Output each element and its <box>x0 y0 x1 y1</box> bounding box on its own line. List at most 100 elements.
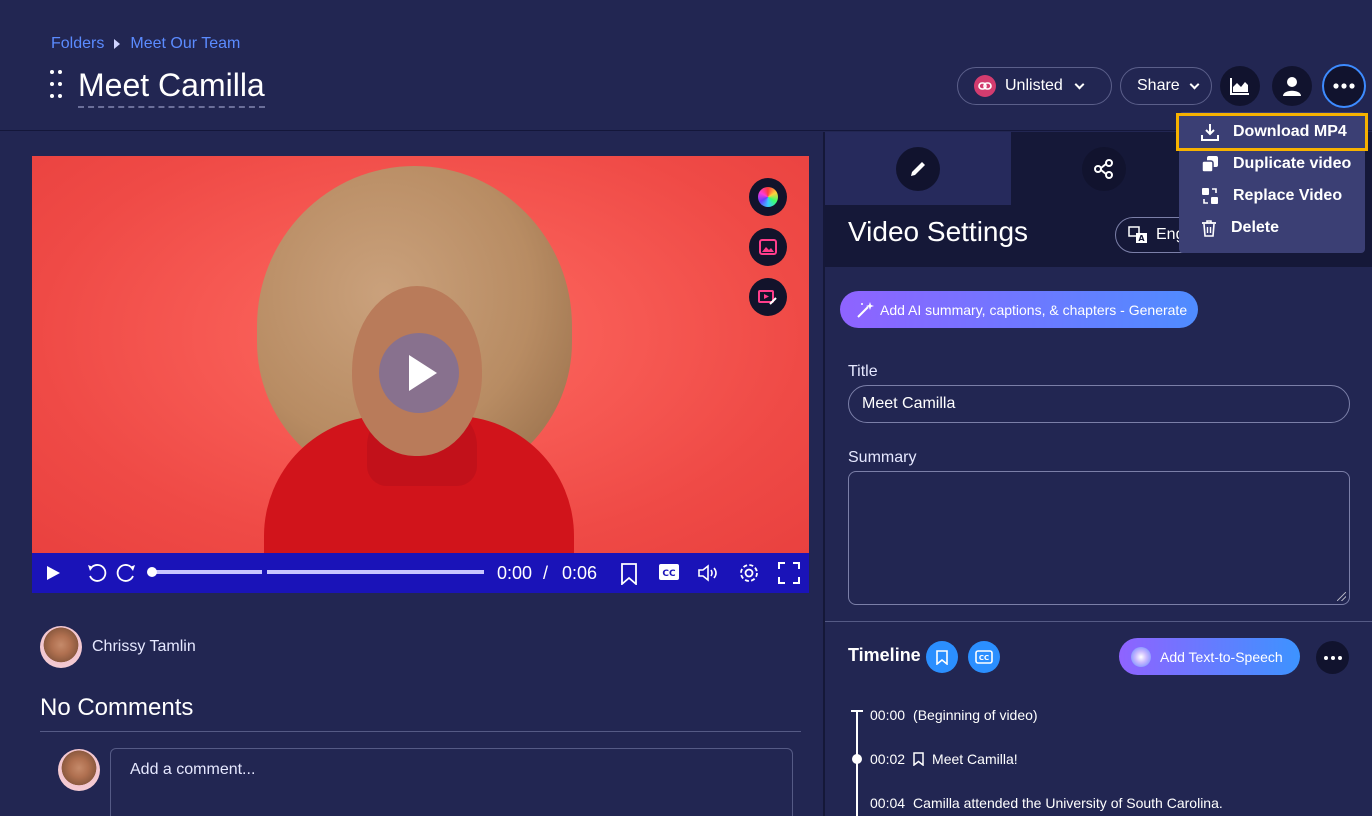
progress-bar[interactable] <box>147 567 484 577</box>
page-header: Folders Meet Our Team Meet Camilla Unlis… <box>0 0 1372 131</box>
captions-icon[interactable]: CC <box>658 563 680 581</box>
progress-handle[interactable] <box>147 567 157 577</box>
duration: 0:06 <box>562 563 598 583</box>
magic-wand-icon <box>857 301 874 318</box>
more-options-button[interactable] <box>1322 64 1366 108</box>
visibility-dropdown[interactable]: Unlisted <box>957 67 1112 105</box>
comments-heading: No Comments <box>40 694 194 721</box>
tts-label: Add Text-to-Speech <box>1160 648 1283 665</box>
timeline-text: Camilla attended the University of South… <box>913 795 1223 811</box>
menu-item-duplicate-video[interactable]: Duplicate video <box>1179 148 1365 180</box>
share-nodes-icon <box>1094 158 1113 179</box>
duplicate-icon <box>1201 156 1218 173</box>
rewind-icon[interactable] <box>86 562 108 584</box>
thumbnail-button[interactable] <box>749 228 787 266</box>
timeline-text: (Beginning of video) <box>913 707 1038 723</box>
breadcrumb: Folders Meet Our Team <box>51 35 240 53</box>
breadcrumb-folders-link[interactable]: Folders <box>51 35 104 53</box>
timeline-time: 00:02 <box>870 751 906 767</box>
menu-item-label: Download MP4 <box>1233 123 1347 140</box>
breadcrumb-current-link[interactable]: Meet Our Team <box>130 35 240 53</box>
bookmark-icon <box>936 649 948 665</box>
comments-divider <box>40 731 801 732</box>
user-icon <box>1283 77 1301 96</box>
player-controls: 0:00 / 0:06 CC <box>32 553 809 593</box>
timeline-text: Meet Camilla! <box>932 751 1018 767</box>
play-icon[interactable] <box>45 565 61 581</box>
settings-gear-icon[interactable] <box>738 562 760 584</box>
chevron-right-icon <box>114 39 121 49</box>
ai-generate-button[interactable]: Add AI summary, captions, & chapters - G… <box>840 291 1198 328</box>
link-icon <box>974 75 996 97</box>
timeline-time: 00:04 <box>870 795 906 811</box>
chevron-down-icon <box>1074 79 1085 89</box>
add-text-to-speech-button[interactable]: Add Text-to-Speech <box>1119 638 1300 675</box>
chevron-down-icon <box>1189 79 1200 89</box>
bookmark-icon[interactable] <box>620 563 638 585</box>
svg-text:CC: CC <box>979 654 989 662</box>
share-label: Share <box>1137 77 1180 94</box>
fullscreen-icon[interactable] <box>778 562 800 584</box>
svg-text:A: A <box>1138 234 1145 243</box>
tab-edit[interactable] <box>825 132 1011 205</box>
more-icon <box>1333 83 1355 89</box>
menu-item-label: Duplicate video <box>1233 155 1352 172</box>
bookmark-icon <box>913 752 924 766</box>
avatar <box>40 626 82 668</box>
play-icon <box>409 355 437 391</box>
timeline-entry[interactable]: 00:02 Meet Camilla! <box>870 751 1018 767</box>
tab-share[interactable] <box>1011 132 1197 205</box>
video-author: Chrissy Tamlin <box>40 626 196 668</box>
color-wheel-icon <box>758 187 778 207</box>
svg-text:CC: CC <box>662 569 676 579</box>
image-icon <box>759 239 777 255</box>
trash-icon <box>1202 220 1216 237</box>
play-overlay-button[interactable] <box>379 333 459 413</box>
download-icon <box>1201 124 1219 141</box>
comment-input[interactable]: Add a comment... <box>110 748 793 816</box>
page-title[interactable]: Meet Camilla <box>78 66 265 108</box>
ai-voice-icon <box>1131 646 1151 667</box>
timeline-heading: Timeline <box>848 645 921 665</box>
color-picker-button[interactable] <box>749 178 787 216</box>
visibility-label: Unlisted <box>1005 77 1063 94</box>
more-options-menu: Download MP4 Duplicate video Replace Vid… <box>1176 112 1368 253</box>
translate-icon: A <box>1128 226 1147 243</box>
title-label: Title <box>848 363 878 380</box>
replace-icon <box>1202 188 1218 204</box>
timeline-marker[interactable] <box>852 754 862 764</box>
resize-handle-icon[interactable] <box>1337 592 1346 601</box>
author-name: Chrissy Tamlin <box>92 638 196 655</box>
owner-button[interactable] <box>1272 66 1312 106</box>
time-separator: / <box>543 563 549 583</box>
menu-item-label: Replace Video <box>1233 187 1343 204</box>
summary-textarea[interactable] <box>848 471 1350 605</box>
share-button[interactable]: Share <box>1120 67 1212 105</box>
menu-item-delete[interactable]: Delete <box>1179 212 1365 244</box>
menu-item-replace-video[interactable]: Replace Video <box>1179 180 1365 212</box>
timeline-captions-button[interactable]: CC <box>968 641 1000 673</box>
volume-icon[interactable] <box>697 563 721 583</box>
video-preview[interactable] <box>32 156 809 553</box>
current-time: 0:00 <box>497 563 533 583</box>
menu-item-download-mp4[interactable]: Download MP4 <box>1176 113 1368 151</box>
edit-video-button[interactable] <box>749 278 787 316</box>
timeline-bookmark-button[interactable] <box>926 641 958 673</box>
drag-handle-icon[interactable] <box>50 70 62 102</box>
settings-title: Video Settings <box>848 216 1029 247</box>
menu-item-label: Delete <box>1231 219 1280 236</box>
ai-generate-label: Add AI summary, captions, & chapters - G… <box>880 301 1188 318</box>
timeline-time: 00:00 <box>870 707 906 723</box>
title-input[interactable]: Meet Camilla <box>848 385 1350 423</box>
timeline-entry[interactable]: 00:04 Camilla attended the University of… <box>870 795 1223 811</box>
avatar <box>58 749 100 791</box>
forward-icon[interactable] <box>115 562 137 584</box>
pencil-icon <box>911 161 925 176</box>
summary-label: Summary <box>848 449 917 466</box>
analytics-button[interactable] <box>1220 66 1260 106</box>
analytics-icon <box>1230 78 1249 95</box>
timeline-entry[interactable]: 00:00 (Beginning of video) <box>870 707 1038 723</box>
captions-icon: CC <box>975 650 993 664</box>
video-edit-icon <box>758 290 777 305</box>
timeline-more-button[interactable] <box>1316 641 1349 674</box>
